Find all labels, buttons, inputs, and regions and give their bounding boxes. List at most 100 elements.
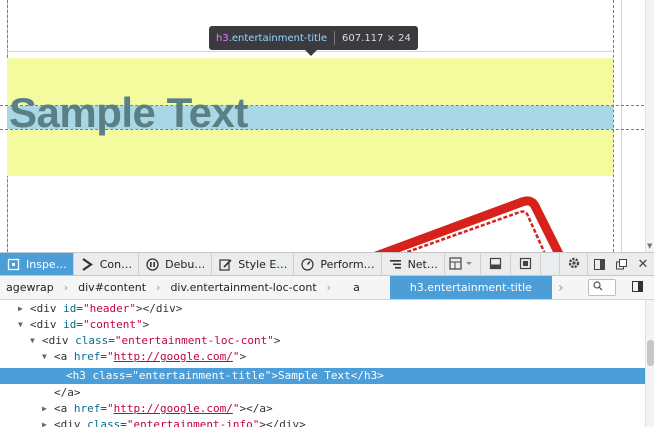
tab-style-editor[interactable]: Style E… [212, 253, 295, 275]
node-tag-close: > [273, 334, 281, 347]
breadcrumb-item-content[interactable]: div#content [68, 276, 156, 299]
gear-icon [567, 255, 581, 274]
tab-debugger[interactable]: Debu… [139, 253, 213, 275]
tooltip-dimensions: 607.117 × 24 [342, 32, 411, 44]
frame-icon [449, 255, 475, 274]
tab-inspector[interactable]: Inspe… [0, 253, 74, 275]
sample-text-heading[interactable]: Sample Text [9, 92, 248, 134]
breadcrumb-item-pagewrap[interactable]: agewrap [0, 276, 64, 299]
node-attr-value: "entertainment-loc-cont" [114, 334, 274, 347]
breadcrumb-label: h3.entertainment-title [409, 281, 532, 294]
node-link[interactable]: http://google.com/ [114, 350, 233, 363]
markup-search-input[interactable] [588, 279, 616, 296]
node-attr: id [63, 318, 77, 331]
markup-node-loc-cont[interactable]: ▼ <div class="entertainment-loc-cont"> [0, 333, 645, 349]
node-attr-value: "entertainment-info" [126, 418, 260, 427]
page-viewport: Sample Text h3 .entertainment-title 607.1… [0, 0, 654, 252]
node-link[interactable]: http://google.com/ [114, 402, 233, 415]
style-editor-icon [218, 257, 233, 272]
screenshot-icon [519, 255, 532, 274]
network-icon [388, 257, 403, 272]
tooltip-arrow [305, 50, 317, 56]
markup-node-info[interactable]: ▶ <div class="entertainment-info"></div> [0, 417, 645, 427]
tab-network-label: Net… [407, 257, 438, 271]
stamp-image [370, 188, 580, 252]
node-attr-quote: " [107, 350, 114, 363]
node-tag: <a [54, 350, 74, 363]
viewport-scrollbar[interactable]: ▼ [645, 0, 654, 252]
element-info-tooltip: h3 .entertainment-title 607.117 × 24 [209, 26, 418, 50]
tab-performance[interactable]: Perform… [294, 253, 382, 275]
collapse-icon[interactable]: ▼ [30, 337, 38, 345]
markup-node-link[interactable]: ▼ <a href="http://google.com/"> [0, 349, 645, 365]
expand-icon[interactable]: ▶ [42, 421, 50, 427]
node-attr-value: "entertainment-title" [132, 369, 272, 382]
node-attr-quote: " [107, 402, 114, 415]
scroll-down-icon[interactable]: ▼ [647, 242, 652, 250]
responsive-mode-button[interactable] [481, 253, 511, 275]
collapse-icon[interactable]: ▼ [42, 353, 50, 361]
tab-style-editor-label: Style E… [238, 257, 288, 271]
node-tag: <div [30, 302, 64, 315]
node-tag-close: >Sample Text</h3> [271, 369, 384, 382]
node-tag: <a [54, 402, 74, 415]
node-attr: class [92, 369, 126, 382]
node-attr-value: "header" [83, 302, 136, 315]
undock-button[interactable] [610, 253, 632, 275]
dock-side-button[interactable] [588, 253, 610, 275]
tab-network[interactable]: Net… [382, 253, 445, 275]
breadcrumb-item-h3[interactable]: h3.entertainment-title [389, 276, 552, 299]
markup-node-link-2[interactable]: ▶ <a href="http://google.com/"></a> [0, 401, 645, 417]
breadcrumb-label: agewrap [6, 281, 54, 294]
dock-side-icon [593, 255, 605, 274]
node-attr: class [87, 418, 121, 427]
devtools-toolbar: Inspe… Con… Debu… Style E… Perform… Net… [0, 252, 654, 276]
node-tag-close: ></div> [259, 418, 306, 427]
console-icon [80, 257, 95, 272]
frame-select-button[interactable] [445, 253, 481, 275]
node-tag-close: > [239, 350, 247, 363]
settings-button[interactable] [560, 253, 588, 275]
tab-inspector-label: Inspe… [26, 257, 67, 271]
node-attr: href [73, 350, 101, 363]
node-tag-close: ></div> [135, 302, 183, 315]
markup-node-header[interactable]: ▶ <div id="header"></div> [0, 301, 645, 317]
breadcrumb-label: a [353, 281, 360, 294]
close-devtools-button[interactable]: ✕ [632, 253, 654, 275]
markup-node-link-close[interactable]: </a> [0, 385, 645, 401]
node-attr-value: "content" [83, 318, 143, 331]
node-attr: id [63, 302, 77, 315]
tab-debugger-label: Debu… [165, 257, 206, 271]
node-tag-close: ></a> [239, 402, 273, 415]
search-icon [593, 281, 603, 294]
debugger-icon [145, 257, 160, 272]
undock-icon [615, 255, 627, 274]
tab-performance-label: Perform… [320, 257, 375, 271]
tooltip-tag: h3 [216, 32, 229, 44]
screenshot-button[interactable] [511, 253, 541, 275]
tab-console-label: Con… [99, 257, 133, 271]
markup-scroll-thumb[interactable] [647, 340, 654, 366]
markup-scrollbar[interactable] [645, 300, 654, 427]
sidebar-toggle-icon [631, 281, 643, 295]
toolbar-spacer [541, 253, 560, 275]
markup-node-h3-selected[interactable]: <h3 class="entertainment-title">Sample T… [0, 368, 645, 384]
node-tag: <div [42, 334, 76, 347]
inspector-icon [6, 257, 21, 272]
expand-icon[interactable]: ▶ [42, 405, 50, 413]
breadcrumb-label: div#content [78, 281, 147, 294]
guide-right [613, 0, 614, 252]
markup-node-content[interactable]: ▼ <div id="content"> [0, 317, 645, 333]
expand-icon[interactable]: ▶ [18, 305, 26, 313]
tab-console[interactable]: Con… [74, 253, 140, 275]
node-attr: class [75, 334, 109, 347]
breadcrumb-label: div.entertainment-loc-cont [170, 281, 317, 294]
breadcrumb-item-a[interactable]: a [331, 276, 382, 299]
breadcrumb-item-loc-cont[interactable]: div.entertainment-loc-cont [160, 276, 326, 299]
collapse-icon[interactable]: ▼ [18, 321, 26, 329]
toggle-sidebar-button[interactable] [628, 279, 646, 297]
breadcrumb-scroll-right-icon[interactable]: › [558, 280, 564, 296]
node-attr: href [73, 402, 101, 415]
tooltip-class: .entertainment-title [228, 32, 328, 44]
markup-view: ▶ <div id="header"></div> ▼ <div id="con… [0, 300, 654, 427]
